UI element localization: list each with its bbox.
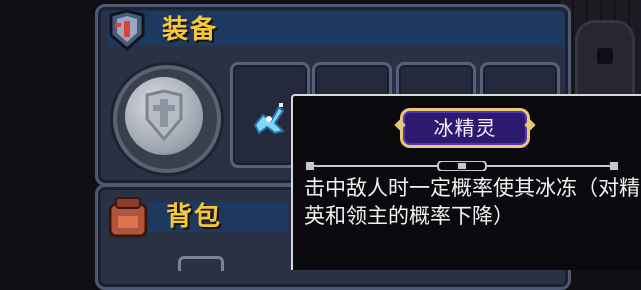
- backpack-title: 背包: [166, 202, 223, 232]
- ice-spirit-icon: [249, 101, 289, 137]
- item-name-badge: 冰精灵: [400, 108, 530, 148]
- shield-icon: [125, 77, 203, 155]
- character-slot[interactable]: [110, 62, 224, 176]
- item-description: 击中敌人时一定概率使其冰冻（对精英和领主的概率下降）: [304, 176, 640, 228]
- item-name: 冰精灵: [433, 116, 497, 140]
- helmet-icon: [104, 8, 150, 54]
- tooltip-divider: [306, 156, 618, 172]
- backpack-item-hint: [178, 256, 224, 271]
- backpack-icon: [104, 196, 154, 242]
- equipment-title: 装备: [162, 15, 219, 45]
